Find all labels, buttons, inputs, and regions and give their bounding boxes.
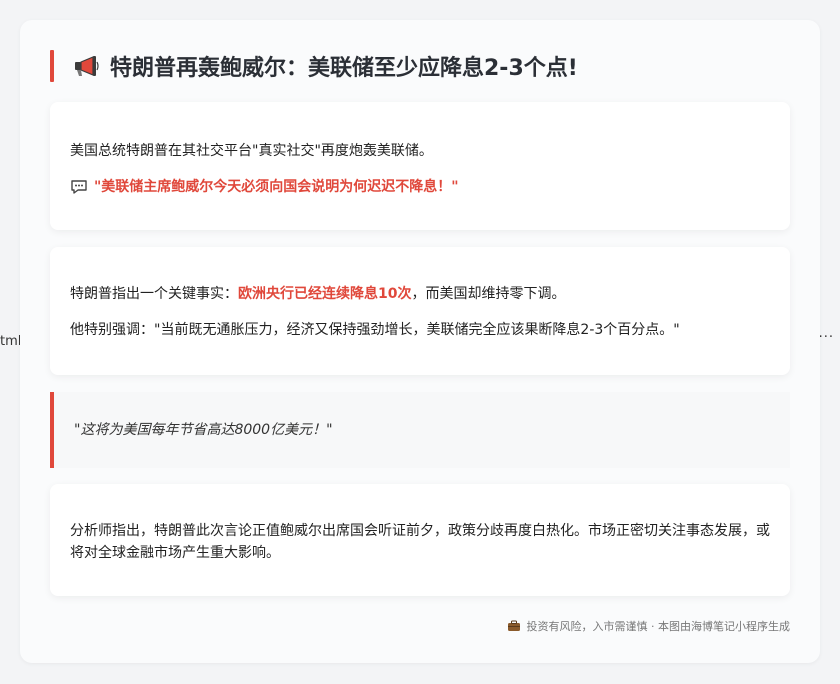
intro-text: 美国总统特朗普在其社交平台"真实社交"再度炮轰美联储。: [70, 143, 433, 159]
quote-line: "美联储主席鲍威尔今天必须向国会说明为何迟迟不降息！": [70, 176, 459, 198]
savings-blockquote: "这将为美国每年节省高达8000亿美元！": [50, 392, 790, 468]
intro-card: 美国总统特朗普在其社交平台"真实社交"再度炮轰美联储。 "美联储主席鲍威尔今天必…: [50, 102, 790, 230]
megaphone-icon: [75, 56, 99, 76]
trump-quote: "美联储主席鲍威尔今天必须向国会说明为何迟迟不降息！": [94, 179, 459, 195]
footer-text: 投资有风险，入市需谨慎 · 本图由海博笔记小程序生成: [526, 620, 791, 633]
edge-ellipsis-right: ...: [818, 326, 834, 341]
fact-card: 特朗普指出一个关键事实：欧洲央行已经连续降息10次，而美国却维持零下调。 他特别…: [50, 247, 790, 375]
title-accent-bar: [50, 50, 54, 82]
title-row: 特朗普再轰鲍威尔：美联储至少应降息2-3个点!: [50, 50, 790, 82]
article-panel: 特朗普再轰鲍威尔：美联储至少应降息2-3个点! 美国总统特朗普在其社交平台"真实…: [20, 20, 820, 663]
footer-disclaimer: 投资有风险，入市需谨慎 · 本图由海博笔记小程序生成: [507, 618, 791, 634]
briefcase-icon: [507, 620, 520, 631]
analysis-text: 分析师指出，特朗普此次言论正值鲍威尔出席国会听证前夕，政策分歧再度白热化。市场正…: [70, 523, 770, 561]
savings-quote: "这将为美国每年节省高达8000亿美元！": [74, 422, 333, 438]
speech-bubble-icon: [71, 180, 87, 194]
page-title: 特朗普再轰鲍威尔：美联储至少应降息2-3个点!: [110, 56, 578, 81]
edge-text-left: tml: [0, 334, 22, 349]
analysis-card: 分析师指出，特朗普此次言论正值鲍威尔出席国会听证前夕，政策分歧再度白热化。市场正…: [50, 484, 790, 596]
fact-line: 特朗普指出一个关键事实：欧洲央行已经连续降息10次，而美国却维持零下调。: [70, 283, 565, 305]
fact-suffix: ，而美国却维持零下调。: [411, 286, 566, 302]
fact-highlight: 欧洲央行已经连续降息10次: [238, 286, 412, 302]
fact-prefix: 特朗普指出一个关键事实：: [70, 286, 238, 302]
emphasis-line: 他特别强调："当前既无通胀压力，经济又保持强劲增长，美联储完全应该果断降息2-3…: [70, 322, 680, 338]
